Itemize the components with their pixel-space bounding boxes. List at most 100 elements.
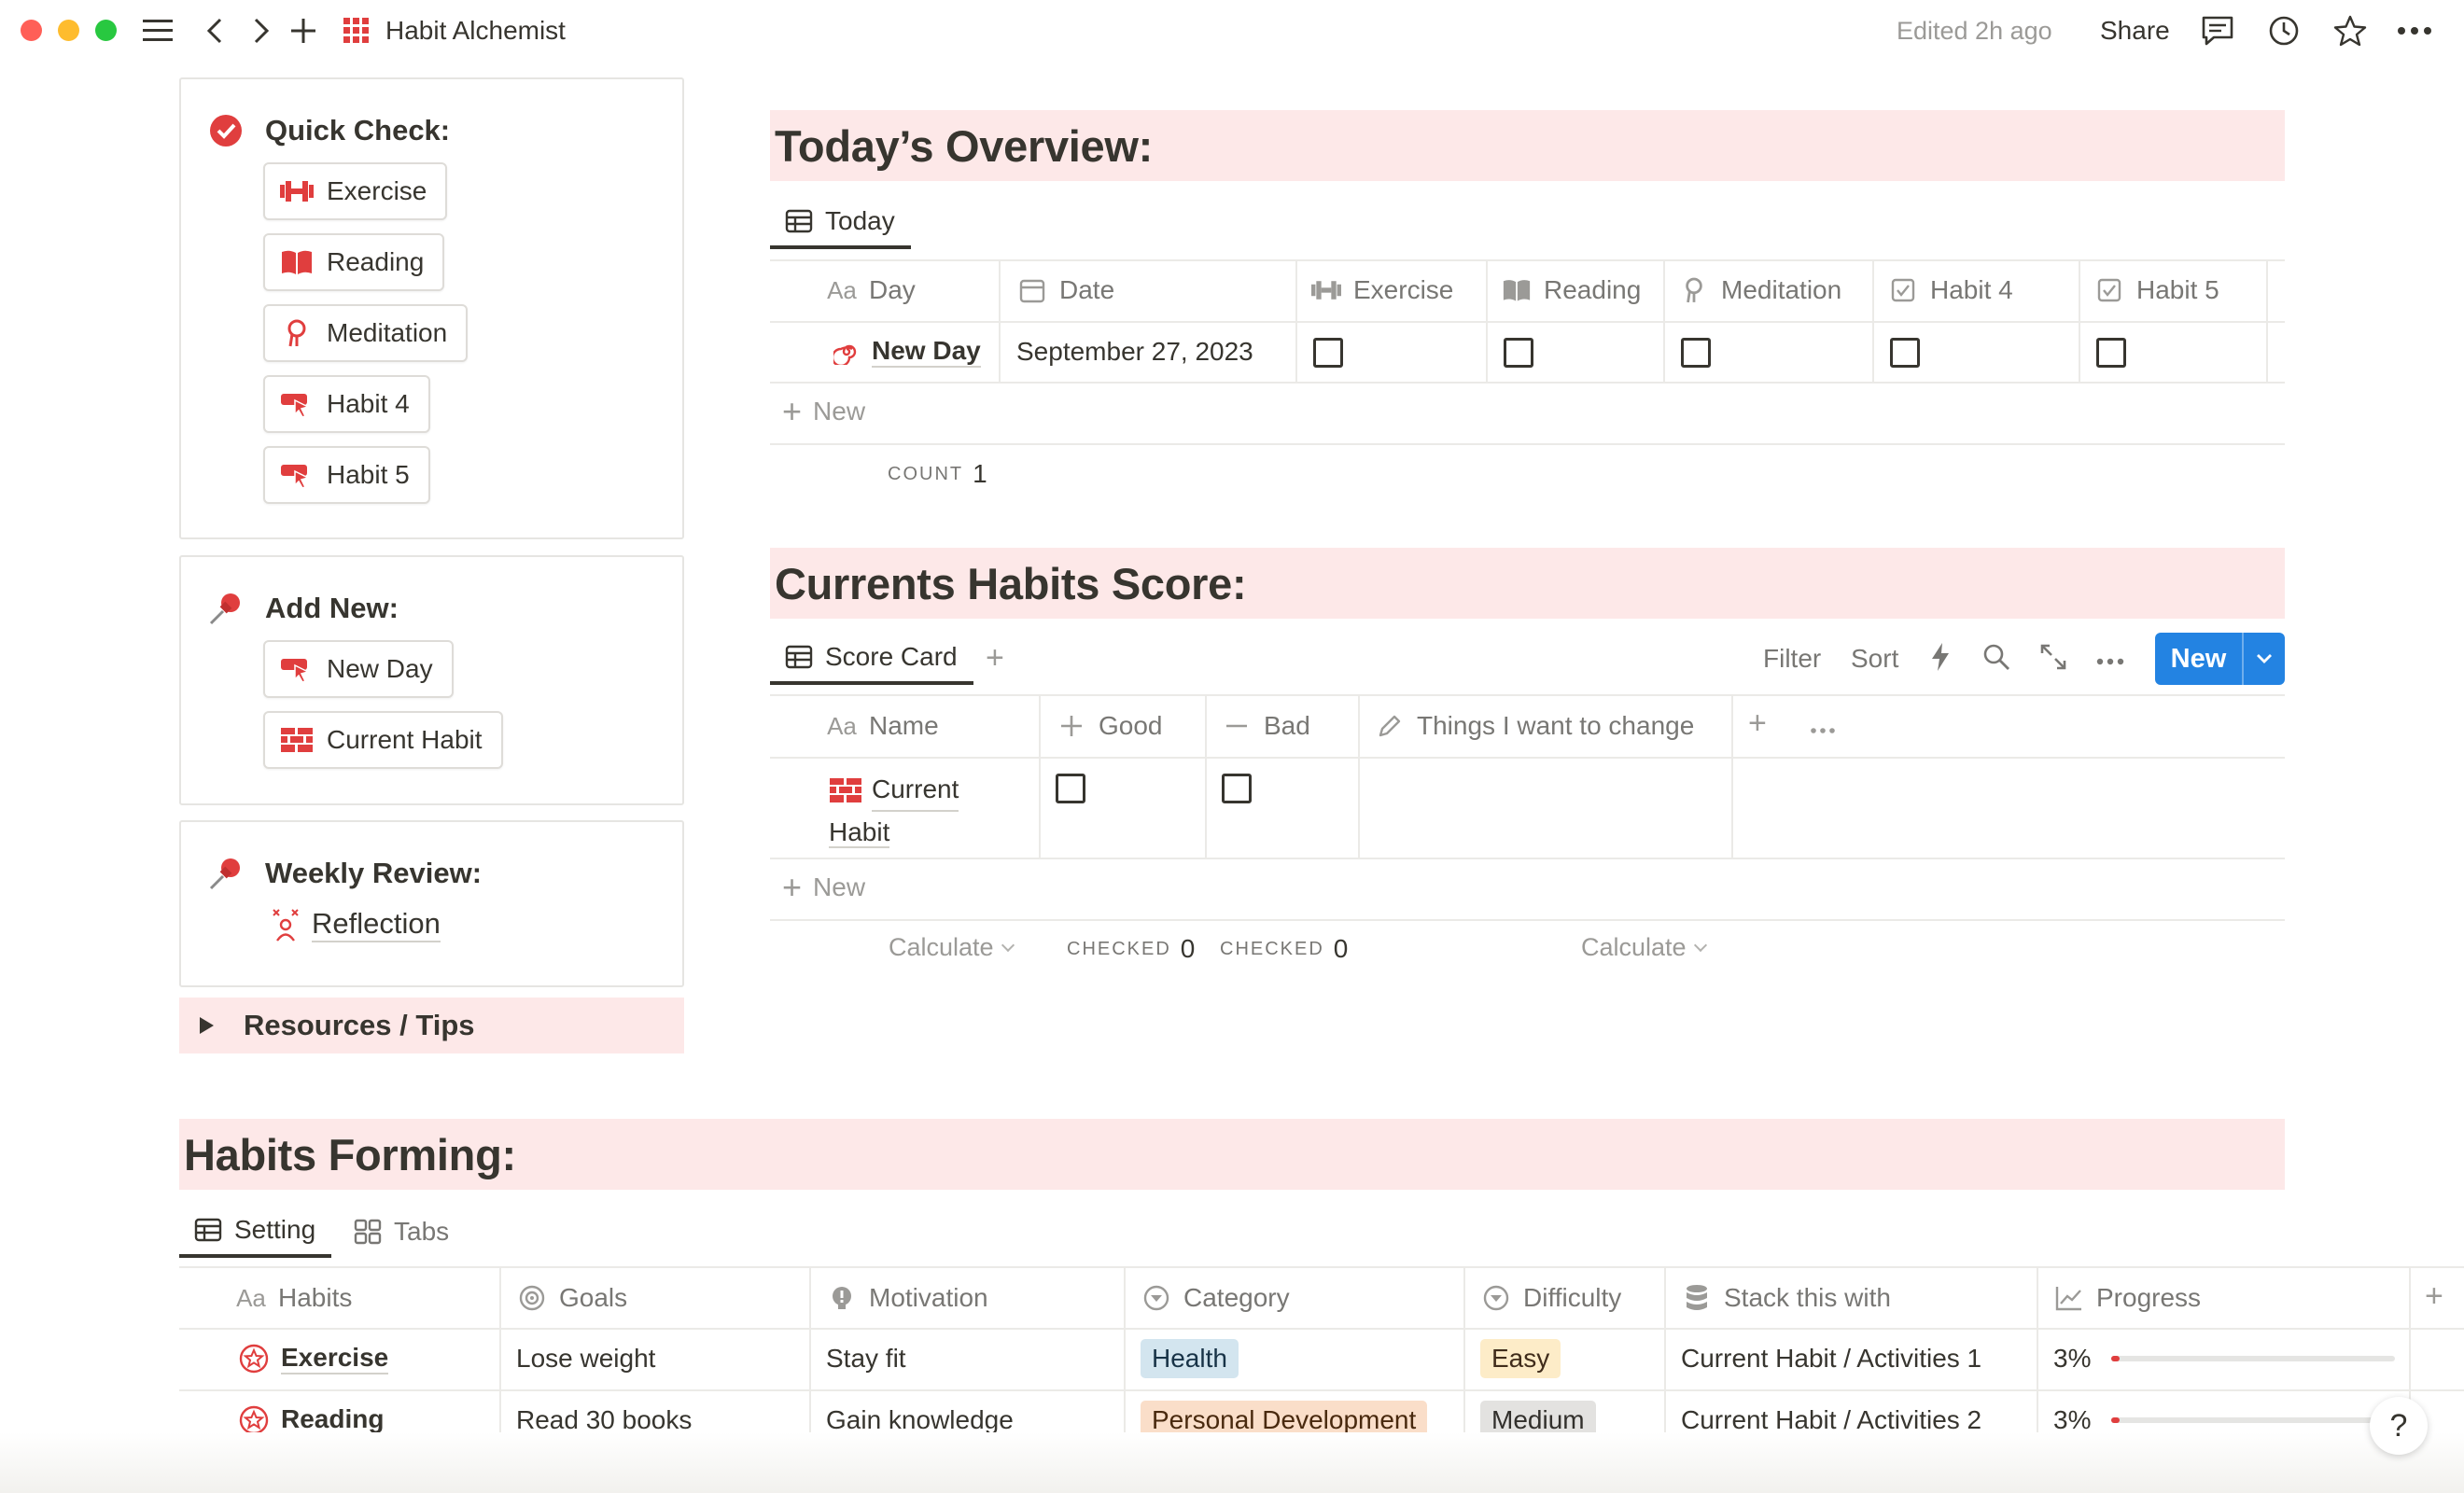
calculate-things-dropdown[interactable]: Calculate bbox=[1581, 933, 1707, 962]
difficulty-cell[interactable]: Easy bbox=[1480, 1329, 1561, 1388]
resources-toggle[interactable]: Resources / Tips bbox=[179, 998, 684, 1053]
help-button[interactable]: ? bbox=[2370, 1397, 2428, 1455]
star-icon[interactable] bbox=[2332, 13, 2368, 49]
column-header-date[interactable]: Date bbox=[1016, 260, 1114, 320]
add-property-plus-icon[interactable]: + bbox=[1748, 707, 1767, 739]
history-icon[interactable] bbox=[2266, 13, 2302, 49]
expand-icon[interactable] bbox=[2039, 643, 2067, 676]
pointer-icon bbox=[280, 461, 314, 489]
search-icon[interactable] bbox=[1982, 643, 2010, 676]
column-header-day[interactable]: Aa Day bbox=[826, 260, 916, 320]
sort-button[interactable]: Sort bbox=[1851, 640, 1898, 677]
category-cell[interactable]: Health bbox=[1141, 1329, 1239, 1388]
column-header-habits[interactable]: Aa Habits bbox=[235, 1268, 352, 1328]
page-title-breadcrumb[interactable]: Habit Alchemist bbox=[385, 13, 566, 49]
divider bbox=[770, 382, 2285, 384]
habit-4-checkbox[interactable] bbox=[1890, 338, 1920, 368]
habit-5-checkbox[interactable] bbox=[2096, 338, 2126, 368]
tab-today[interactable]: Today bbox=[770, 197, 911, 249]
back-icon[interactable] bbox=[197, 13, 232, 49]
checkbox-property-icon bbox=[2093, 275, 2125, 305]
habit-5-button[interactable]: Habit 5 bbox=[263, 446, 430, 504]
column-header-goals[interactable]: Goals bbox=[516, 1268, 627, 1328]
table-row[interactable]: Current Habit bbox=[829, 769, 959, 853]
reading-checkbox[interactable] bbox=[1504, 338, 1533, 368]
column-header-difficulty[interactable]: Difficulty bbox=[1480, 1268, 1621, 1328]
add-view-plus-icon[interactable]: + bbox=[986, 642, 1004, 674]
table-row[interactable]: New Day bbox=[833, 322, 981, 382]
new-entry-button[interactable]: New bbox=[2155, 633, 2285, 685]
toggle-triangle-icon[interactable] bbox=[200, 1017, 214, 1034]
good-checked-summary[interactable]: CHECKED 0 bbox=[1067, 934, 1195, 964]
stack-cell[interactable]: Current Habit / Activities 1 bbox=[1681, 1329, 1981, 1388]
table-icon bbox=[784, 642, 814, 672]
menu-icon[interactable] bbox=[140, 13, 175, 49]
column-header-progress[interactable]: Progress bbox=[2053, 1268, 2201, 1328]
column-header-reading[interactable]: Reading bbox=[1501, 260, 1641, 320]
calculate-name-dropdown[interactable]: Calculate bbox=[889, 933, 1015, 962]
bad-checkbox[interactable] bbox=[1222, 774, 1252, 803]
date-cell[interactable]: September 27, 2023 bbox=[1016, 322, 1253, 382]
more-icon[interactable] bbox=[2397, 13, 2432, 49]
meditation-button[interactable]: Meditation bbox=[263, 304, 469, 362]
column-divider bbox=[1731, 696, 1733, 858]
forward-icon[interactable] bbox=[244, 13, 279, 49]
add-new-row-button[interactable]: + New bbox=[782, 395, 865, 428]
goal-cell[interactable]: Lose weight bbox=[516, 1329, 655, 1388]
column-header-habit-4[interactable]: Habit 4 bbox=[1887, 260, 2013, 320]
pointer-icon bbox=[280, 655, 314, 683]
pencil-icon bbox=[1374, 711, 1406, 741]
more-properties-icon[interactable] bbox=[1811, 722, 1835, 739]
column-header-habit-5[interactable]: Habit 5 bbox=[2093, 260, 2219, 320]
current-habits-score-heading: Currents Habits Score: bbox=[770, 548, 2285, 619]
habit-4-button[interactable]: Habit 4 bbox=[263, 375, 430, 433]
table-row[interactable]: Exercise bbox=[238, 1329, 389, 1388]
zoom-window-button[interactable] bbox=[95, 20, 117, 41]
good-checkbox[interactable] bbox=[1056, 774, 1085, 803]
reading-button[interactable]: Reading bbox=[263, 233, 445, 291]
plus-icon[interactable] bbox=[286, 13, 321, 49]
close-window-button[interactable] bbox=[21, 20, 42, 41]
current-habit-button[interactable]: Current Habit bbox=[263, 711, 503, 769]
minimize-window-button[interactable] bbox=[58, 20, 79, 41]
difficulty-tag: Easy bbox=[1480, 1339, 1561, 1378]
new-day-button[interactable]: New Day bbox=[263, 640, 454, 698]
filter-button[interactable]: Filter bbox=[1763, 640, 1821, 677]
column-header-name[interactable]: Aa Name bbox=[826, 696, 939, 756]
select-property-icon bbox=[1480, 1283, 1512, 1313]
meditation-checkbox[interactable] bbox=[1681, 338, 1711, 368]
column-header-things-to-change[interactable]: Things I want to change bbox=[1374, 696, 1694, 756]
column-header-exercise[interactable]: Exercise bbox=[1310, 260, 1453, 320]
column-header-stack[interactable]: Stack this with bbox=[1681, 1268, 1891, 1328]
comment-icon[interactable] bbox=[2200, 13, 2235, 49]
exercise-button[interactable]: Exercise bbox=[263, 162, 448, 220]
reflection-link[interactable]: Reflection bbox=[271, 907, 441, 942]
column-header-category[interactable]: Category bbox=[1141, 1268, 1290, 1328]
share-button[interactable]: Share bbox=[2100, 13, 2170, 49]
progress-cell[interactable]: 3% bbox=[2053, 1329, 2091, 1388]
tab-tabs[interactable]: Tabs bbox=[353, 1206, 449, 1258]
tab-score-card[interactable]: Score Card bbox=[770, 633, 973, 685]
meditation-icon bbox=[280, 319, 314, 347]
table-icon bbox=[784, 206, 814, 236]
tab-setting[interactable]: Setting bbox=[179, 1206, 332, 1258]
column-header-bad[interactable]: Bad bbox=[1221, 696, 1310, 756]
category-tag: Health bbox=[1141, 1339, 1239, 1378]
dumbbell-icon bbox=[280, 177, 314, 205]
column-header-meditation[interactable]: Meditation bbox=[1678, 260, 1841, 320]
checkbox-property-icon bbox=[1887, 275, 1919, 305]
add-property-plus-icon[interactable]: + bbox=[2425, 1280, 2443, 1312]
bad-checked-summary[interactable]: CHECKED 0 bbox=[1220, 934, 1348, 964]
more-options-icon[interactable] bbox=[2096, 653, 2124, 670]
table-icon bbox=[193, 1215, 223, 1245]
motivation-cell[interactable]: Stay fit bbox=[826, 1329, 906, 1388]
column-header-motivation[interactable]: Motivation bbox=[826, 1268, 988, 1328]
chevron-down-icon[interactable] bbox=[2244, 653, 2285, 664]
column-header-good[interactable]: Good bbox=[1056, 696, 1163, 756]
column-divider bbox=[1124, 1268, 1126, 1432]
divider bbox=[770, 321, 2285, 323]
add-new-row-button[interactable]: + New bbox=[782, 871, 865, 904]
exercise-checkbox[interactable] bbox=[1313, 338, 1343, 368]
automation-lightning-icon[interactable] bbox=[1929, 642, 1952, 677]
count-summary[interactable]: COUNT 1 bbox=[888, 459, 987, 489]
